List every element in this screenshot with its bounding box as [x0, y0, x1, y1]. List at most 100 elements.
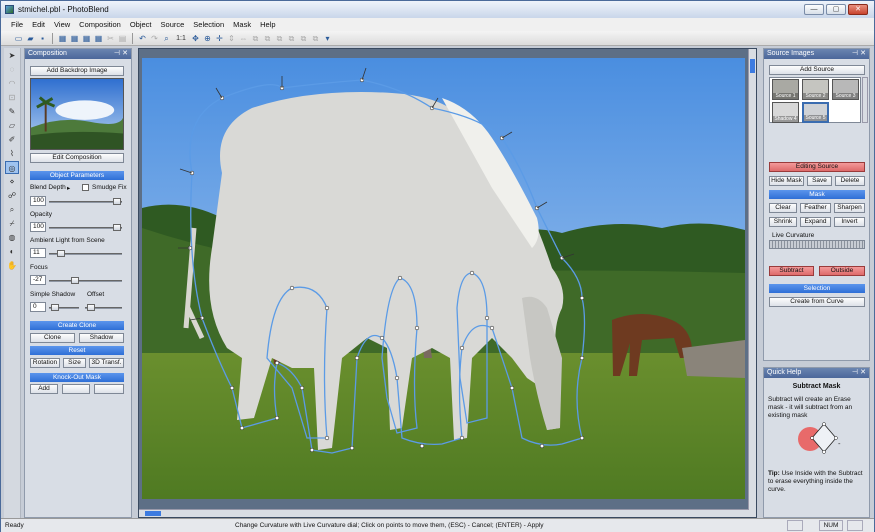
menu-selection[interactable]: Selection: [193, 20, 224, 29]
opacity-field[interactable]: 100: [30, 222, 46, 232]
menu-edit[interactable]: Edit: [32, 20, 45, 29]
subtract-button[interactable]: Subtract: [769, 266, 814, 276]
opacity-thumb[interactable]: [113, 224, 121, 231]
fit-icon[interactable]: ✥: [190, 33, 201, 44]
crop-tool-icon[interactable]: ⊡: [5, 91, 19, 104]
focus-thumb[interactable]: [71, 277, 79, 284]
source-thumbnail[interactable]: Source 1: [772, 79, 799, 100]
eraser-tool-icon[interactable]: ▱: [5, 119, 19, 132]
undo-icon[interactable]: ↶: [137, 33, 148, 44]
add-backdrop-button[interactable]: Add Backdrop Image: [30, 66, 124, 76]
pin-icon[interactable]: ⊣: [852, 368, 858, 378]
vscroll-thumb[interactable]: [750, 59, 755, 73]
focus-field[interactable]: -27: [30, 275, 46, 285]
offset-thumb[interactable]: [87, 304, 95, 311]
image-copy-icon[interactable]: ▦: [81, 33, 92, 44]
blend-depth-arrow-icon[interactable]: ▸: [67, 184, 70, 192]
zoom-icon[interactable]: ⌕: [161, 33, 172, 44]
shadow-thumb[interactable]: [51, 304, 59, 311]
ambient-light-thumb[interactable]: [57, 250, 65, 257]
node-tool-icon[interactable]: ⋄: [5, 175, 19, 188]
opacity-slider[interactable]: [49, 224, 122, 231]
paste-icon[interactable]: ▤: [117, 33, 128, 44]
focus-slider[interactable]: [49, 277, 122, 284]
menu-help[interactable]: Help: [260, 20, 275, 29]
ambient-light-field[interactable]: 11: [30, 248, 46, 258]
blend-depth-field[interactable]: 100: [30, 196, 46, 206]
stack-icon[interactable]: ⧉: [250, 33, 261, 44]
canvas-area[interactable]: [138, 48, 757, 518]
close-icon[interactable]: ✕: [860, 49, 866, 59]
source-thumbnail[interactable]: Shadow 4: [772, 102, 799, 123]
source-thumbnail[interactable]: Source 3: [832, 79, 859, 100]
size-button[interactable]: Size: [63, 358, 86, 368]
ambient-light-slider[interactable]: [49, 250, 122, 257]
eyedropper-tool-icon[interactable]: ⌿: [5, 217, 19, 230]
image-add-icon[interactable]: ▦: [69, 33, 80, 44]
open-folder-icon[interactable]: ▰: [25, 33, 36, 44]
curve-tool-icon[interactable]: ⌇: [5, 147, 19, 160]
feather-button[interactable]: Feather: [800, 203, 831, 213]
shrink-button[interactable]: Shrink: [769, 217, 797, 227]
expand-button[interactable]: Expand: [800, 217, 831, 227]
menu-object[interactable]: Object: [130, 20, 152, 29]
zoom-actual-button[interactable]: 1:1: [173, 33, 189, 44]
source-thumbnail[interactable]: Source 2: [802, 79, 829, 100]
new-file-icon[interactable]: ▭: [13, 33, 24, 44]
delete-button[interactable]: Delete: [835, 176, 865, 186]
pin-icon[interactable]: ⊣: [852, 49, 858, 59]
menu-file[interactable]: File: [11, 20, 23, 29]
shadow-field[interactable]: 0: [30, 302, 46, 312]
close-button[interactable]: ✕: [848, 4, 868, 15]
close-icon[interactable]: ✕: [122, 49, 128, 59]
canvas-vertical-scrollbar[interactable]: [748, 49, 756, 517]
maximize-button[interactable]: ▢: [826, 4, 846, 15]
title-bar[interactable]: stmichel.pbl - PhotoBlend — ▢ ✕: [1, 1, 874, 18]
mask-curve-tool-icon[interactable]: ◎: [5, 161, 19, 174]
save-mask-button[interactable]: Save: [807, 176, 832, 186]
outside-button[interactable]: Outside: [819, 266, 865, 276]
pen-tool-icon[interactable]: ✎: [5, 105, 19, 118]
knockout-add-button[interactable]: Add: [30, 384, 58, 394]
backdrop-preview[interactable]: [30, 78, 124, 150]
save-icon[interactable]: ▪: [37, 33, 48, 44]
shadow-button[interactable]: Shadow: [79, 333, 124, 343]
layer-icon[interactable]: ⧉: [286, 33, 297, 44]
menu-source[interactable]: Source: [161, 20, 185, 29]
menu-composition[interactable]: Composition: [79, 20, 121, 29]
close-icon[interactable]: ✕: [860, 368, 866, 378]
smudge-fix-checkbox[interactable]: [82, 184, 89, 191]
layer2-icon[interactable]: ⧉: [298, 33, 309, 44]
minimize-button[interactable]: —: [804, 4, 824, 15]
pin-icon[interactable]: ⊣: [114, 49, 120, 59]
knockout-remove-button[interactable]: [94, 384, 124, 394]
hide-mask-button[interactable]: Hide Mask: [769, 176, 804, 186]
layer3-icon[interactable]: ⧉: [310, 33, 321, 44]
smudge-tool-icon[interactable]: ☍: [5, 189, 19, 202]
3d-transf-button[interactable]: 3D Transf.: [89, 358, 124, 368]
blend-depth-thumb[interactable]: [113, 198, 121, 205]
create-from-curve-button[interactable]: Create from Curve: [769, 297, 865, 307]
center-icon[interactable]: ✛: [214, 33, 225, 44]
zoom-in-icon[interactable]: ⊕: [202, 33, 213, 44]
offset-slider[interactable]: [85, 304, 122, 311]
align-icon[interactable]: ⇔: [238, 33, 249, 44]
shadow-slider[interactable]: [49, 304, 79, 311]
zoom-tool-icon[interactable]: ⌕: [5, 203, 19, 216]
source-grid-scrollbar[interactable]: [862, 77, 868, 123]
menu-view[interactable]: View: [54, 20, 70, 29]
menu-mask[interactable]: Mask: [233, 20, 251, 29]
invert-button[interactable]: Invert: [834, 217, 865, 227]
pointer-tool-icon[interactable]: ➤: [5, 49, 19, 62]
move-icon[interactable]: ⇕: [226, 33, 237, 44]
rotation-button[interactable]: Rotation: [30, 358, 60, 368]
photo-canvas[interactable]: [142, 58, 745, 499]
image-export-icon[interactable]: ▦: [93, 33, 104, 44]
sharpen-button[interactable]: Sharpen: [834, 203, 865, 213]
paint-tool-icon[interactable]: ◐: [5, 245, 19, 258]
group-icon[interactable]: ⧉: [262, 33, 273, 44]
editing-source-button[interactable]: Editing Source: [769, 162, 865, 172]
cut-icon[interactable]: ✂: [105, 33, 116, 44]
redo-icon[interactable]: ↷: [149, 33, 160, 44]
toolbar-overflow-icon[interactable]: ▾: [322, 33, 333, 44]
